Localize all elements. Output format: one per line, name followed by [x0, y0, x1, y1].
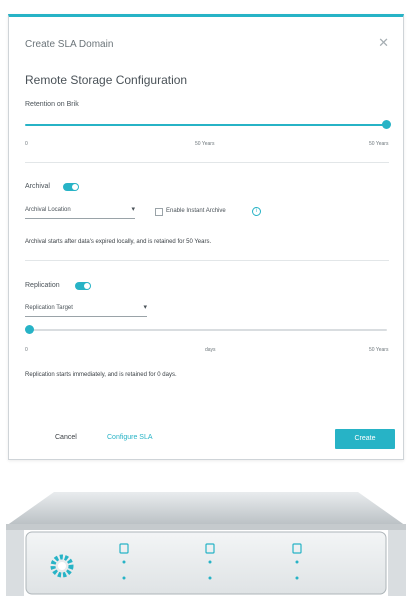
status-light-icon: [295, 560, 299, 564]
retention-slider-handle[interactable]: [382, 120, 391, 129]
replication-toggle[interactable]: [75, 282, 91, 290]
replication-tick-mid: days: [205, 347, 216, 353]
replication-slider-track[interactable]: [25, 329, 387, 331]
front-bezel: [25, 531, 387, 595]
instant-archive-label: Enable Instant Archive: [166, 208, 226, 214]
replication-target-select[interactable]: Replication Target ▾: [25, 304, 147, 317]
retention-slider-track[interactable]: [25, 124, 387, 126]
cancel-button[interactable]: Cancel: [55, 434, 77, 441]
configure-sla-button[interactable]: Configure SLA: [107, 434, 153, 441]
status-light-icon: [295, 576, 299, 580]
status-light-icon: [208, 576, 212, 580]
left-rail: [6, 530, 24, 596]
dialog-title: Create SLA Domain: [25, 39, 114, 50]
archival-note: Archival starts after data's expired loc…: [25, 239, 212, 245]
section-title: Remote Storage Configuration: [25, 73, 188, 87]
archival-location-select[interactable]: Archival Location ▾: [25, 206, 135, 219]
archival-label: Archival: [25, 183, 50, 190]
close-icon[interactable]: ✕: [378, 35, 389, 51]
chevron-down-icon: ▾: [131, 206, 135, 213]
instant-archive-checkbox[interactable]: [155, 208, 163, 216]
status-light-icon: [122, 576, 126, 580]
replication-label: Replication: [25, 282, 60, 289]
status-light-icon: [208, 560, 212, 564]
archival-location-placeholder: Archival Location: [25, 207, 71, 213]
retention-label: Retention on Brik: [25, 101, 79, 108]
retention-tick-mid: 50 Years: [195, 141, 215, 147]
status-light-icon: [122, 560, 126, 564]
replication-slider-handle[interactable]: [25, 325, 34, 334]
replication-tick-min: 0: [25, 347, 28, 353]
archival-toggle[interactable]: [63, 183, 79, 191]
retention-tick-min: 0: [25, 141, 28, 147]
retention-tick-max: 50 Years: [369, 141, 389, 147]
create-sla-dialog: Create SLA Domain ✕ Remote Storage Confi…: [8, 14, 404, 460]
replication-target-placeholder: Replication Target: [25, 305, 73, 311]
chevron-down-icon: ▾: [143, 304, 147, 311]
chassis-rim: [6, 524, 406, 530]
right-rail: [388, 530, 406, 596]
replication-note: Replication starts immediately, and is r…: [25, 372, 177, 378]
replication-tick-max: 50 Years: [369, 347, 389, 353]
divider: [25, 162, 389, 163]
chassis-top: [6, 492, 406, 526]
info-icon[interactable]: i: [252, 207, 261, 216]
appliance-illustration: [6, 492, 406, 596]
divider: [25, 260, 389, 261]
create-button[interactable]: Create: [335, 429, 395, 449]
